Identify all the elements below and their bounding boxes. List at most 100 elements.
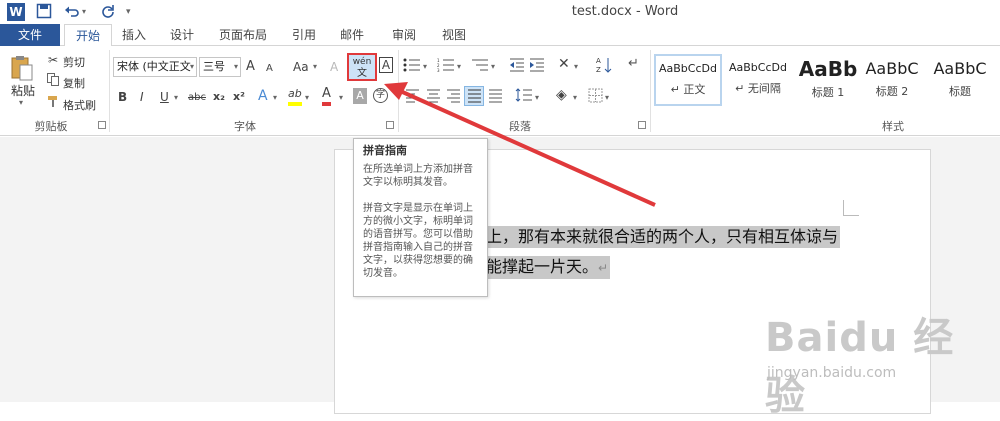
- tab-layout[interactable]: 页面布局: [214, 24, 272, 47]
- watermark-url: jingyan.baidu.com: [767, 365, 897, 381]
- font-color-icon[interactable]: A: [322, 86, 331, 106]
- group-divider: [398, 50, 399, 132]
- superscript-button[interactable]: x²: [233, 89, 245, 105]
- pinyin-guide-button[interactable]: wén 文: [347, 53, 377, 81]
- underline-button[interactable]: U: [160, 89, 169, 105]
- sort-icon[interactable]: AZ: [596, 56, 612, 78]
- style-sample: AaBbC: [933, 59, 987, 78]
- chevron-down-icon[interactable]: ▾: [574, 59, 578, 75]
- strikethrough-button[interactable]: abc: [188, 90, 206, 106]
- pinyin-text: wén: [352, 57, 372, 67]
- tab-insert[interactable]: 插入: [116, 24, 152, 47]
- title-bar: W ▾ ▾ test.docx - Word: [0, 0, 1000, 24]
- chevron-down-icon[interactable]: ▾: [573, 90, 577, 106]
- shrink-font-icon[interactable]: A: [266, 61, 273, 77]
- copy-button[interactable]: 复制: [63, 75, 85, 91]
- pinyin-base-char: 文: [357, 68, 367, 79]
- multilevel-list-icon[interactable]: [471, 58, 489, 76]
- paste-dropdown-icon[interactable]: ▾: [19, 98, 23, 107]
- style-name: 标题 1: [811, 86, 845, 99]
- tooltip-title: 拼音指南: [363, 144, 407, 157]
- group-divider: [650, 50, 651, 132]
- tab-design[interactable]: 设计: [164, 24, 200, 47]
- clear-formatting-icon[interactable]: A: [330, 59, 338, 75]
- tab-review[interactable]: 审阅: [386, 24, 422, 47]
- style-normal[interactable]: AaBbCcDd ↵ 正文: [654, 54, 722, 106]
- tab-file[interactable]: 文件: [0, 24, 60, 46]
- grow-font-icon[interactable]: A: [246, 59, 255, 75]
- style-name: 标题: [949, 85, 971, 98]
- chevron-down-icon[interactable]: ▾: [339, 90, 343, 106]
- font-size-combo[interactable]: 三号 ▾: [199, 57, 241, 77]
- style-heading-2[interactable]: AaBbC 标题 2: [858, 54, 926, 106]
- increase-indent-icon[interactable]: [529, 58, 545, 76]
- font-size-value: 三号: [203, 60, 225, 73]
- align-center-icon[interactable]: [426, 89, 441, 107]
- style-sample: AaBbC: [865, 59, 919, 78]
- bullets-icon[interactable]: [403, 58, 421, 76]
- chevron-down-icon[interactable]: ▾: [605, 90, 609, 106]
- tab-home[interactable]: 开始: [64, 24, 112, 47]
- italic-button[interactable]: I: [140, 89, 144, 105]
- chinese-layout-icon[interactable]: ✕: [558, 56, 570, 72]
- chevron-down-icon[interactable]: ▾: [491, 59, 495, 75]
- svg-text:A: A: [596, 57, 601, 65]
- decrease-indent-icon[interactable]: [509, 58, 525, 76]
- bold-button[interactable]: B: [118, 89, 127, 105]
- show-formatting-icon[interactable]: ↵: [628, 56, 639, 72]
- chevron-down-icon[interactable]: ▾: [305, 90, 309, 106]
- subscript-button[interactable]: x₂: [213, 89, 225, 105]
- highlight-icon[interactable]: ab: [288, 86, 302, 106]
- cut-button[interactable]: 剪切: [63, 54, 85, 70]
- style-no-spacing[interactable]: AaBbCcDd ↵ 无间隔: [724, 54, 792, 106]
- document-text-line-2-text: 能撑起一片天。: [486, 257, 599, 276]
- paragraph-mark-icon: ↵: [598, 261, 609, 275]
- line-spacing-icon[interactable]: [515, 87, 533, 107]
- chevron-down-icon: ▾: [189, 62, 194, 71]
- justify-icon[interactable]: [464, 86, 484, 106]
- tab-mailings[interactable]: 邮件: [334, 24, 370, 47]
- group-divider: [109, 50, 110, 132]
- document-text-line-2[interactable]: 能撑起一片天。↵: [486, 256, 611, 279]
- tab-references[interactable]: 引用: [286, 24, 322, 47]
- chevron-down-icon[interactable]: ▾: [273, 90, 277, 106]
- font-name-combo[interactable]: 宋体 (中文正文 ▾: [113, 57, 197, 77]
- styles-group-label: 样式: [882, 120, 904, 133]
- change-case-icon[interactable]: Aa: [293, 59, 309, 75]
- clipboard-group-label: 剪贴板: [34, 120, 68, 133]
- chevron-down-icon[interactable]: ▾: [457, 59, 461, 75]
- shading-icon[interactable]: ◈: [556, 87, 567, 103]
- style-heading-1[interactable]: AaBb 标题 1: [794, 54, 862, 106]
- character-shading-icon[interactable]: A: [353, 88, 367, 104]
- font-name-value: 宋体 (中文正文: [117, 60, 191, 73]
- font-group-label: 字体: [234, 120, 256, 133]
- align-left-icon[interactable]: [405, 89, 420, 107]
- chevron-down-icon[interactable]: ▾: [313, 59, 317, 75]
- font-launcher-icon[interactable]: [386, 121, 394, 129]
- style-sample: AaBb: [798, 57, 858, 81]
- chevron-down-icon[interactable]: ▾: [423, 59, 427, 75]
- style-sample: AaBbCcDd: [729, 61, 787, 74]
- character-border-icon[interactable]: A: [379, 57, 393, 73]
- paragraph-launcher-icon[interactable]: [638, 121, 646, 129]
- style-name: 标题 2: [875, 85, 909, 98]
- text-effects-icon[interactable]: A: [258, 88, 268, 104]
- numbering-icon[interactable]: 123: [437, 58, 455, 76]
- paste-icon[interactable]: [10, 54, 34, 82]
- borders-icon[interactable]: [588, 88, 603, 107]
- document-text-line-1[interactable]: 上，那有本来就很合适的两个人，只有相互体谅与: [486, 226, 841, 248]
- chevron-down-icon[interactable]: ▾: [174, 90, 178, 106]
- tab-view[interactable]: 视图: [436, 24, 472, 47]
- style-title[interactable]: AaBbC 标题: [926, 54, 994, 106]
- chevron-down-icon[interactable]: ▾: [535, 90, 539, 106]
- paste-button[interactable]: 粘贴: [11, 82, 35, 99]
- enclose-characters-icon[interactable]: 字: [373, 88, 388, 103]
- format-painter-icon: [46, 95, 60, 112]
- distributed-icon[interactable]: [488, 89, 503, 107]
- align-right-icon[interactable]: [446, 89, 461, 107]
- paragraph-group-label: 段落: [509, 120, 531, 133]
- clipboard-launcher-icon[interactable]: [98, 121, 106, 129]
- format-painter-button[interactable]: 格式刷: [63, 97, 96, 113]
- tooltip-description: 在所选单词上方添加拼音文字以标明其发音。: [363, 164, 473, 188]
- tooltip-details: 拼音文字是显示在单词上方的微小文字，标明单词的语音拼写。您可以借助拼音指南输入自…: [363, 203, 473, 279]
